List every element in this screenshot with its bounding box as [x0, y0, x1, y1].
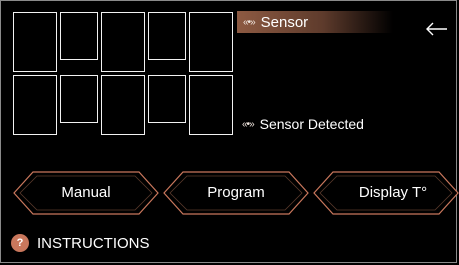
slot-7[interactable]: [60, 75, 98, 123]
display-temperature-button[interactable]: Display T°: [313, 171, 459, 215]
slot-9[interactable]: [148, 75, 186, 123]
sensor-status: «•» Sensor: [237, 11, 393, 33]
slot-4[interactable]: [148, 12, 186, 60]
manual-button-label: Manual: [61, 184, 111, 201]
program-button-label: Program: [207, 184, 265, 201]
instructions-link[interactable]: ? INSTRUCTIONS: [11, 234, 150, 252]
screen: «•» Sensor «•» Sensor Detected Manual Pr…: [0, 0, 459, 263]
slot-8[interactable]: [101, 75, 145, 135]
sensor-status-label: Sensor: [260, 13, 309, 31]
sensor-detected-status: «•» Sensor Detected: [242, 116, 364, 132]
help-icon: ?: [11, 234, 29, 252]
slot-3[interactable]: [101, 12, 145, 72]
slot-10[interactable]: [189, 75, 233, 135]
sensor-detected-label: Sensor Detected: [259, 116, 364, 132]
slot-5[interactable]: [189, 12, 233, 72]
program-button[interactable]: Program: [163, 171, 309, 215]
wireless-sensor-icon: «•»: [243, 16, 256, 28]
wireless-sensor-icon: «•»: [242, 118, 255, 130]
display-temperature-button-label: Display T°: [358, 184, 428, 201]
slot-2[interactable]: [60, 12, 98, 60]
manual-button[interactable]: Manual: [13, 171, 159, 215]
slot-1[interactable]: [13, 12, 57, 72]
instructions-label: INSTRUCTIONS: [37, 234, 150, 252]
slot-6[interactable]: [13, 75, 57, 135]
back-arrow-icon[interactable]: [425, 19, 449, 39]
